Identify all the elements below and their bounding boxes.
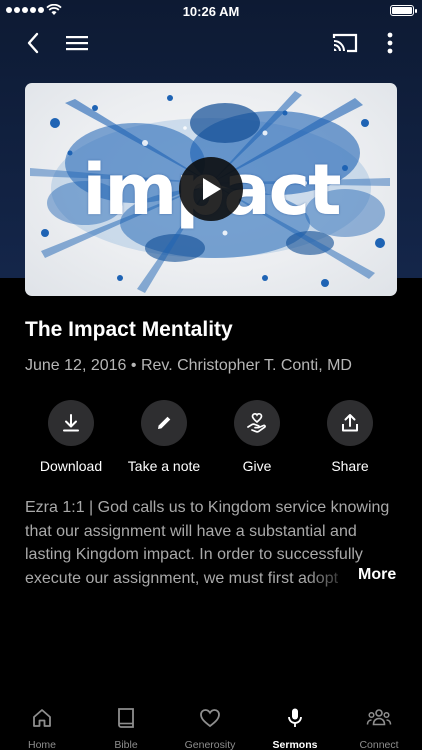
action-row: Download Take a note Give Share <box>0 400 422 480</box>
tab-bible-label: Bible <box>114 739 138 750</box>
status-time: 10:26 AM <box>182 4 240 19</box>
sermon-date: June 12, 2016 <box>25 357 127 374</box>
status-bar: 10:26 AM <box>0 0 422 22</box>
microphone-icon <box>288 708 302 727</box>
description-line: lasting Kingdom impact. In order to succ… <box>25 546 363 563</box>
sermon-meta: June 12, 2016 • Rev. Christopher T. Cont… <box>25 357 352 375</box>
cast-button[interactable] <box>328 27 362 59</box>
chevron-left-icon <box>27 32 39 54</box>
hamburger-menu-icon <box>66 36 88 51</box>
more-vertical-icon <box>387 32 393 54</box>
sermon-title: The Impact Mentality <box>25 318 233 341</box>
tab-home[interactable]: Home <box>0 706 84 750</box>
book-icon <box>118 708 134 728</box>
pencil-icon <box>158 416 171 429</box>
more-link[interactable]: More <box>358 566 396 584</box>
description-line: Ezra 1:1 | God calls us to Kingdom servi… <box>25 499 390 516</box>
description-line: execute our assignment, we must first ad… <box>25 569 339 587</box>
menu-button[interactable] <box>60 27 94 59</box>
people-icon <box>366 709 392 726</box>
sermon-speaker: Rev. Christopher T. Conti, MD <box>140 357 352 374</box>
tab-sermons-label: Sermons <box>272 739 318 750</box>
tab-sermons[interactable]: Sermons <box>253 706 337 750</box>
sermon-artwork: impact <box>25 83 397 296</box>
home-icon <box>33 709 51 727</box>
battery-icon <box>390 5 417 16</box>
sermon-description: Ezra 1:1 | God calls us to Kingdom servi… <box>25 496 397 590</box>
tab-bar: Home Bible Generosity Sermons Connect <box>0 698 422 750</box>
share-button-circle[interactable] <box>327 400 373 446</box>
download-button-circle[interactable] <box>48 400 94 446</box>
tab-generosity-label: Generosity <box>184 739 236 750</box>
give-button-circle[interactable] <box>234 400 280 446</box>
tab-home-label: Home <box>27 739 56 750</box>
download-icon <box>63 414 79 432</box>
play-icon <box>203 178 221 200</box>
description-line: that our assignment will have a substant… <box>25 522 357 540</box>
share-button[interactable]: Share <box>295 400 405 474</box>
play-button[interactable] <box>179 157 243 221</box>
share-label: Share <box>331 458 369 474</box>
back-button[interactable] <box>16 27 50 59</box>
tab-bible[interactable]: Bible <box>84 706 168 750</box>
give-heart-hand-icon <box>247 412 266 433</box>
tab-connect-label: Connect <box>359 739 399 750</box>
meta-separator: • <box>130 357 137 374</box>
tab-generosity[interactable]: Generosity <box>168 706 252 750</box>
share-icon <box>342 414 358 432</box>
more-options-button[interactable] <box>373 27 407 59</box>
tab-connect[interactable]: Connect <box>337 706 421 750</box>
heart-icon <box>200 709 220 728</box>
take-a-note-button-circle[interactable] <box>141 400 187 446</box>
cast-icon <box>332 33 358 53</box>
